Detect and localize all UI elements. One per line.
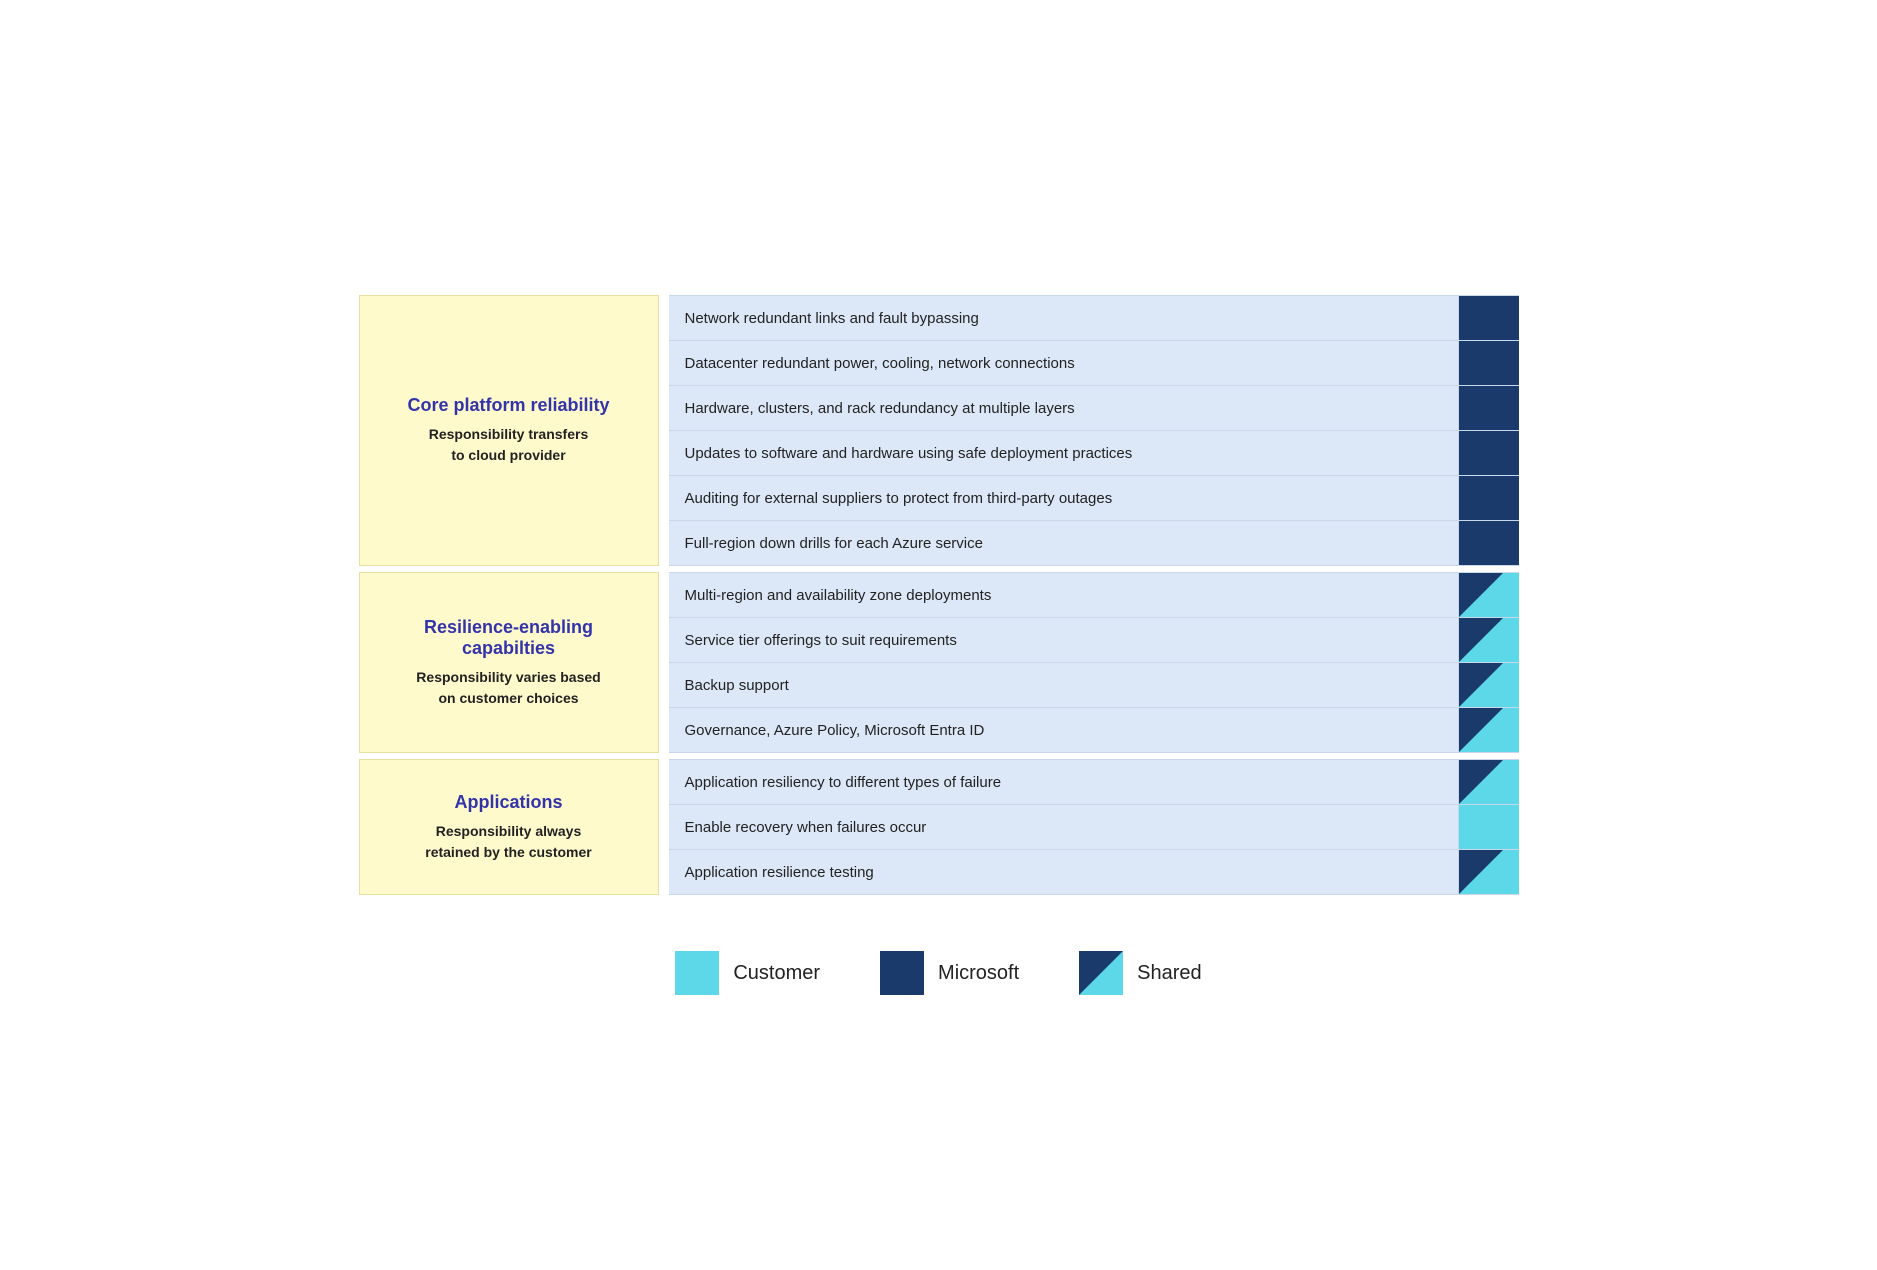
item-indicator-microsoft [1459, 386, 1519, 430]
item-row: Application resiliency to different type… [669, 759, 1519, 805]
item-text: Governance, Azure Policy, Microsoft Entr… [669, 708, 1459, 752]
item-row: Backup support [669, 663, 1519, 708]
item-indicator-shared [1459, 850, 1519, 894]
item-row: Multi-region and availability zone deplo… [669, 572, 1519, 618]
item-text: Hardware, clusters, and rack redundancy … [669, 386, 1459, 430]
legend-item-customer: Customer [675, 951, 820, 995]
item-indicator-customer [1459, 805, 1519, 849]
section-items-resilience-enabling: Multi-region and availability zone deplo… [669, 572, 1519, 753]
item-indicator-microsoft [1459, 476, 1519, 520]
item-indicator-shared [1459, 573, 1519, 617]
legend: Customer Microsoft Shared [359, 951, 1519, 995]
item-text: Backup support [669, 663, 1459, 707]
legend-label-customer: Customer [733, 962, 820, 985]
item-text: Updates to software and hardware using s… [669, 431, 1459, 475]
section-title-applications: Applications [454, 792, 562, 813]
item-indicator-microsoft [1459, 296, 1519, 340]
legend-item-microsoft: Microsoft [880, 951, 1019, 995]
section-label-core-platform: Core platform reliability Responsibility … [359, 295, 659, 566]
item-row: Application resilience testing [669, 850, 1519, 895]
legend-item-shared: Shared [1079, 951, 1202, 995]
section-resilience-enabling: Resilience-enabling capabilties Responsib… [359, 572, 1519, 753]
legend-label-microsoft: Microsoft [938, 962, 1019, 985]
item-indicator-microsoft [1459, 521, 1519, 565]
section-label-resilience-enabling: Resilience-enabling capabilties Responsib… [359, 572, 659, 753]
section-items-applications: Application resiliency to different type… [669, 759, 1519, 895]
item-row: Auditing for external suppliers to prote… [669, 476, 1519, 521]
item-row: Updates to software and hardware using s… [669, 431, 1519, 476]
legend-box-microsoft [880, 951, 924, 995]
item-text: Full-region down drills for each Azure s… [669, 521, 1459, 565]
item-row: Full-region down drills for each Azure s… [669, 521, 1519, 566]
section-title-core-platform: Core platform reliability [407, 395, 609, 416]
section-applications: Applications Responsibility always retain… [359, 759, 1519, 895]
item-text: Network redundant links and fault bypass… [669, 296, 1459, 340]
item-text: Datacenter redundant power, cooling, net… [669, 341, 1459, 385]
legend-label-shared: Shared [1137, 962, 1202, 985]
item-indicator-microsoft [1459, 341, 1519, 385]
page-container: Core platform reliability Responsibility … [339, 215, 1539, 1055]
section-subtitle-core-platform: Responsibility transfers to cloud provid… [429, 424, 589, 466]
item-text: Multi-region and availability zone deplo… [669, 573, 1459, 617]
item-indicator-shared [1459, 663, 1519, 707]
item-text: Application resilience testing [669, 850, 1459, 894]
section-title-resilience-enabling: Resilience-enabling capabilties [380, 617, 638, 659]
item-row: Enable recovery when failures occur [669, 805, 1519, 850]
item-indicator-microsoft [1459, 431, 1519, 475]
section-label-applications: Applications Responsibility always retain… [359, 759, 659, 895]
section-items-core-platform: Network redundant links and fault bypass… [669, 295, 1519, 566]
item-indicator-shared [1459, 708, 1519, 752]
item-indicator-shared [1459, 760, 1519, 804]
item-text: Service tier offerings to suit requireme… [669, 618, 1459, 662]
item-row: Hardware, clusters, and rack redundancy … [669, 386, 1519, 431]
legend-box-shared [1079, 951, 1123, 995]
item-text: Auditing for external suppliers to prote… [669, 476, 1459, 520]
item-row: Network redundant links and fault bypass… [669, 295, 1519, 341]
section-subtitle-applications: Responsibility always retained by the cu… [425, 821, 592, 863]
item-indicator-shared [1459, 618, 1519, 662]
item-row: Datacenter redundant power, cooling, net… [669, 341, 1519, 386]
item-text: Enable recovery when failures occur [669, 805, 1459, 849]
main-content: Core platform reliability Responsibility … [359, 295, 1519, 901]
section-subtitle-resilience-enabling: Responsibility varies based on customer … [416, 667, 600, 709]
item-row: Governance, Azure Policy, Microsoft Entr… [669, 708, 1519, 753]
legend-box-customer [675, 951, 719, 995]
item-row: Service tier offerings to suit requireme… [669, 618, 1519, 663]
section-core-platform: Core platform reliability Responsibility … [359, 295, 1519, 566]
item-text: Application resiliency to different type… [669, 760, 1459, 804]
